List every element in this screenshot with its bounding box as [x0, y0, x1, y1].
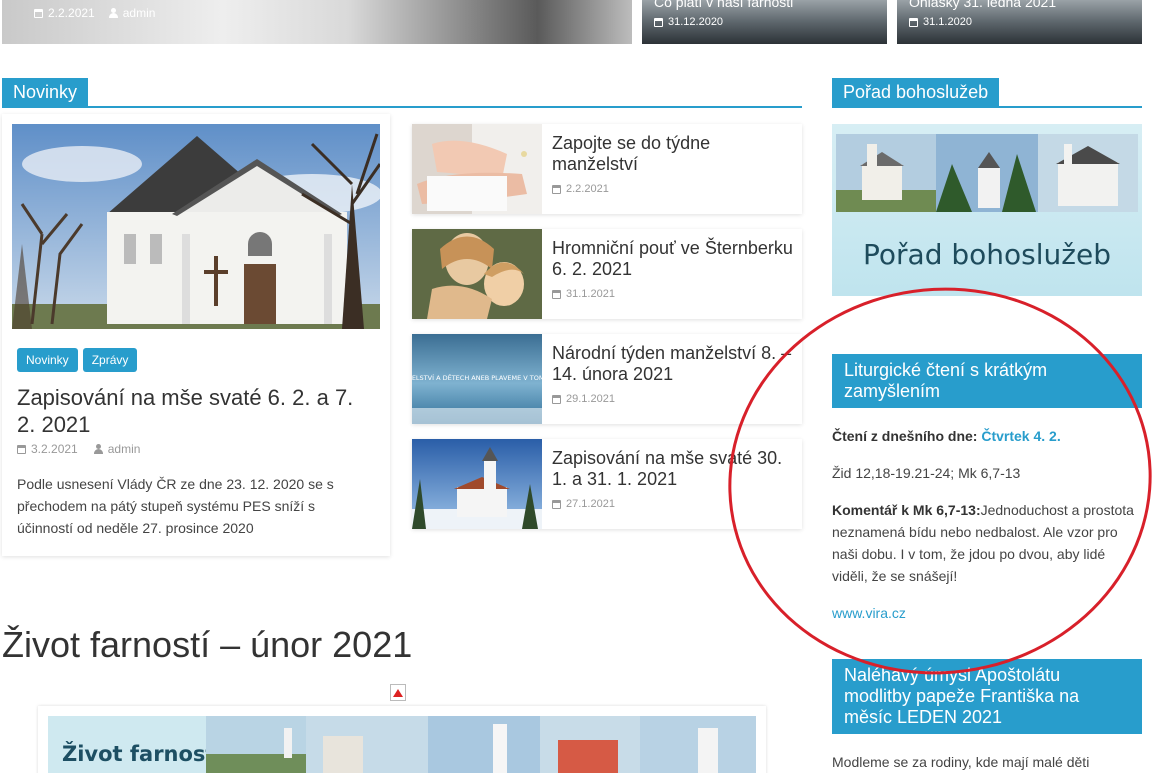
bulletin-preview[interactable]: Život farností: [38, 706, 766, 773]
services-heading: Pořad bohoslužeb: [832, 74, 1142, 108]
news-list-item: „O MANŽELSTVÍ A DĚTECH ANEB PLAVEME V TO…: [412, 334, 802, 424]
tag-novinky[interactable]: Novinky: [17, 348, 78, 372]
post-title[interactable]: Zapojte se do týdne manželství: [552, 133, 797, 175]
user-icon: [108, 8, 118, 18]
services-banner-text: Pořad bohoslužeb: [863, 238, 1111, 271]
calendar-icon: [654, 17, 663, 27]
featured-post-title[interactable]: Zapisování na mše svaté 6. 2. a 7. 2. 20…: [17, 384, 357, 438]
tag-zpravy[interactable]: Zprávy: [82, 348, 138, 372]
news-list-item: Hromniční pouť ve Šternberku 6. 2. 2021 …: [412, 229, 802, 319]
calendar-icon: [17, 444, 26, 454]
featured-post-image[interactable]: [12, 124, 380, 329]
calendar-icon: [552, 289, 561, 299]
featured-post-meta: 3.2.2021 admin: [17, 442, 140, 456]
post-title[interactable]: Hromniční pouť ve Šternberku 6. 2. 2021: [552, 238, 797, 280]
post-thumbnail[interactable]: [412, 124, 542, 214]
post-tags: Novinky Zprávy: [17, 348, 138, 372]
liturgy-today: Čtení z dnešního dne: Čtvrtek 4. 2.: [832, 425, 1144, 447]
top-slider-card[interactable]: Co platí v naší farnosti 31.12.2020: [642, 0, 887, 44]
calendar-icon: [552, 394, 561, 404]
prayer-text: Modleme se za rodiny, kde mají malé děti: [832, 754, 1090, 770]
pdf-icon[interactable]: [390, 684, 406, 701]
top-slider-main[interactable]: 2.2.2021 admin: [2, 0, 632, 44]
calendar-icon: [34, 8, 43, 18]
liturgy-comment: Komentář k Mk 6,7-13:Jednoduchost a pros…: [832, 499, 1144, 587]
liturgy-readings: Žid 12,18-19.21-24; Mk 6,7-13: [832, 465, 1021, 481]
top-slider-author[interactable]: admin: [108, 6, 155, 20]
services-heading-label: Pořad bohoslužeb: [832, 78, 1000, 108]
prayer-heading: Naléhavý úmysl Apoštolátu modlitby papež…: [832, 659, 1142, 734]
bulletin-banner-text: Život farností: [62, 741, 224, 766]
liturgy-heading: Liturgické čtení s krátkým zamyšlením: [832, 354, 1142, 408]
calendar-icon: [909, 17, 918, 27]
featured-post-author[interactable]: admin: [93, 442, 140, 456]
liturgy-source: www.vira.cz: [832, 602, 1144, 624]
post-title[interactable]: Národní týden manželství 8. – 14. února …: [552, 343, 797, 385]
page-title: Život farností – únor 2021: [2, 624, 413, 665]
post-date[interactable]: 29.1.2021: [552, 393, 615, 405]
post-thumbnail[interactable]: [412, 229, 542, 319]
post-date[interactable]: 27.1.2021: [552, 498, 615, 510]
liturgy-comment-label: Komentář k Mk 6,7-13:: [832, 502, 981, 518]
news-heading-label: Novinky: [2, 78, 89, 108]
vira-link[interactable]: www.vira.cz: [832, 605, 906, 621]
top-card-date: 31.12.2020: [654, 16, 723, 28]
featured-post: Novinky Zprávy Zapisování na mše svaté 6…: [2, 114, 390, 556]
calendar-icon: [552, 499, 561, 509]
post-date[interactable]: 2.2.2021: [552, 183, 609, 195]
post-date[interactable]: 31.1.2021: [552, 288, 615, 300]
top-slider-meta: 2.2.2021 admin: [34, 6, 155, 20]
news-list-item: Zapisování na mše svaté 30. 1. a 31. 1. …: [412, 439, 802, 529]
post-thumbnail[interactable]: [412, 439, 542, 529]
post-thumbnail[interactable]: „O MANŽELSTVÍ A DĚTECH ANEB PLAVEME V TO…: [412, 334, 542, 424]
top-card-title[interactable]: Co platí v naší farnosti: [654, 0, 793, 10]
top-slider-card[interactable]: Ohlášky 31. ledna 2021 31.1.2020: [897, 0, 1142, 44]
top-card-date: 31.1.2020: [909, 16, 972, 28]
post-thumbnail-text: „O MANŽELSTVÍ A DĚTECH ANEB PLAVEME V TO…: [412, 373, 542, 382]
services-banner[interactable]: Pořad bohoslužeb: [832, 124, 1142, 296]
news-list-item: Zapojte se do týdne manželství 2.2.2021: [412, 124, 802, 214]
news-section-heading: Novinky: [2, 74, 802, 108]
top-card-title[interactable]: Ohlášky 31. ledna 2021: [909, 0, 1056, 10]
featured-post-excerpt: Podle usnesení Vlády ČR ze dne 23. 12. 2…: [17, 476, 334, 536]
calendar-icon: [552, 184, 561, 194]
liturgy-today-label: Čtení z dnešního dne:: [832, 428, 978, 444]
liturgy-today-link[interactable]: Čtvrtek 4. 2.: [981, 428, 1060, 444]
user-icon: [93, 444, 103, 454]
top-slider-date: 2.2.2021: [34, 6, 95, 20]
post-title[interactable]: Zapisování na mše svaté 30. 1. a 31. 1. …: [552, 448, 797, 490]
featured-post-date[interactable]: 3.2.2021: [17, 442, 78, 456]
